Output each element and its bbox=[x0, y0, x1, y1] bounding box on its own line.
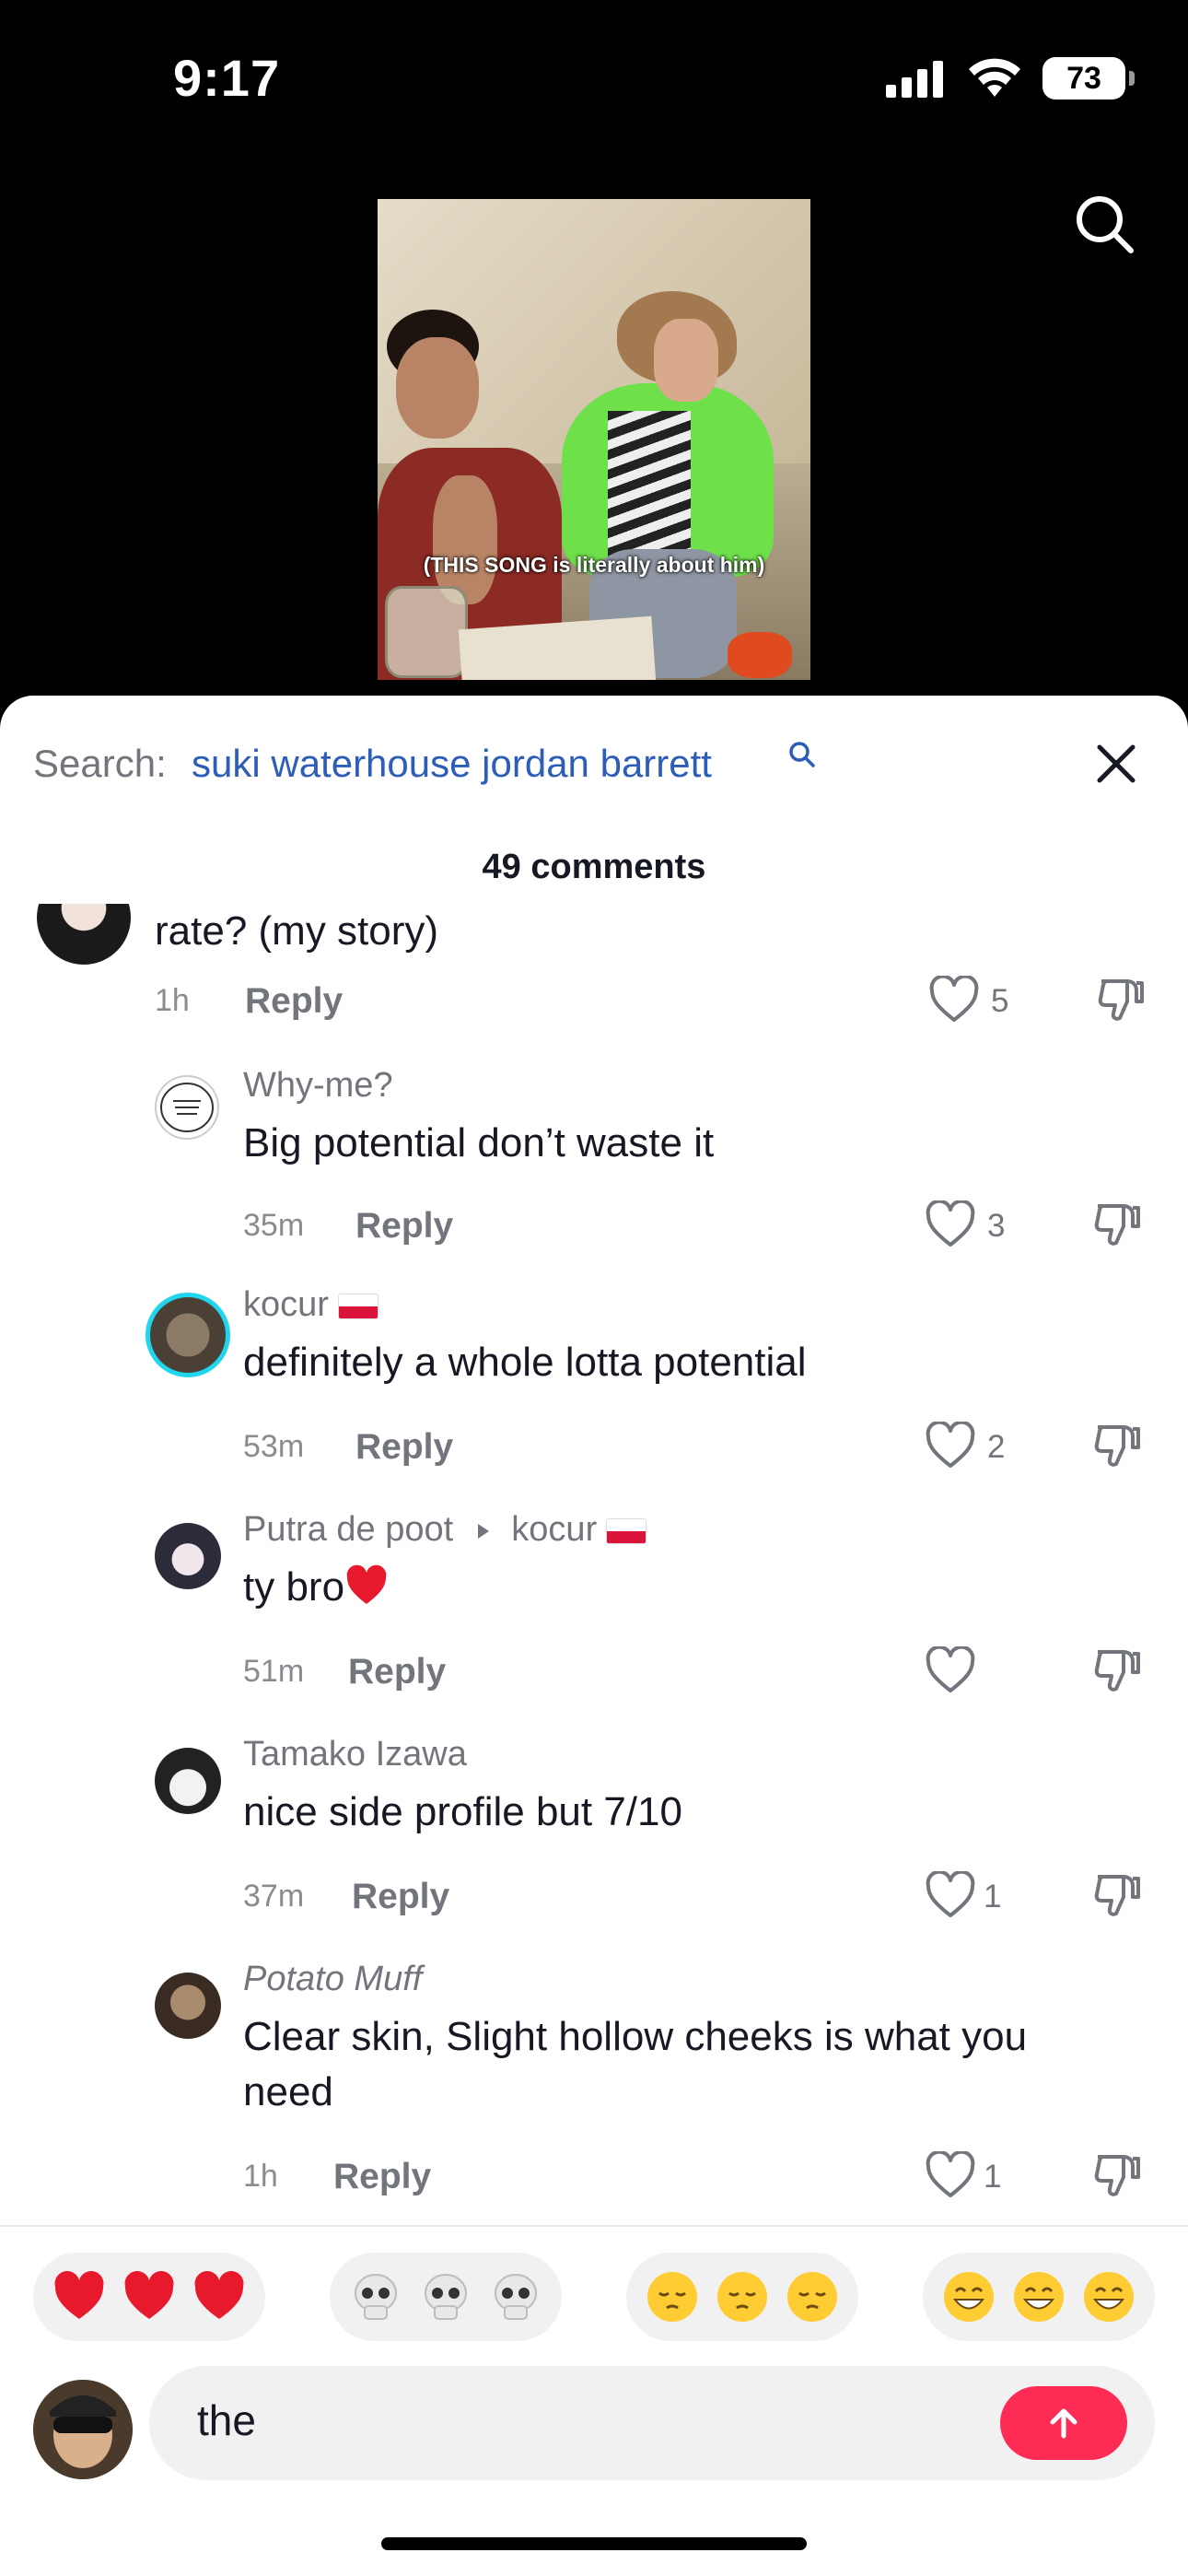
send-button[interactable] bbox=[1000, 2386, 1127, 2460]
reply-button[interactable]: Reply bbox=[352, 1877, 449, 1917]
poland-flag-icon bbox=[337, 1293, 379, 1319]
comment-username[interactable]: Potato Muff bbox=[243, 1960, 422, 1999]
comment-text: definitely a whole lotta potential bbox=[243, 1340, 807, 1385]
reply-button[interactable]: Reply bbox=[348, 1652, 446, 1692]
heart-icon[interactable] bbox=[925, 1646, 976, 1694]
heart-icon[interactable] bbox=[925, 1422, 976, 1469]
cellular-signal-icon bbox=[886, 61, 943, 98]
avatar[interactable] bbox=[146, 1293, 230, 1377]
like-count: 1 bbox=[984, 1879, 1002, 1914]
close-icon[interactable] bbox=[1092, 740, 1140, 788]
reply-button[interactable]: Reply bbox=[355, 1427, 453, 1468]
like-count: 2 bbox=[987, 1429, 1006, 1465]
skull-icon bbox=[355, 2274, 397, 2320]
heart-icon[interactable] bbox=[925, 1871, 976, 1919]
comment-text: rate? (my story) bbox=[155, 908, 439, 954]
comment-text-content: ty bro bbox=[243, 1564, 345, 1610]
pensive-face-icon bbox=[717, 2272, 767, 2322]
comment-time: 35m bbox=[243, 1208, 305, 1243]
comment-text: nice side profile but 7/10 bbox=[243, 1789, 682, 1834]
wifi-icon bbox=[969, 58, 1020, 97]
comment-username[interactable]: Tamako Izawa bbox=[243, 1735, 467, 1774]
video-thumbnail[interactable]: (THIS SONG is literally about him) bbox=[378, 199, 810, 680]
emoji-skulls-button[interactable] bbox=[330, 2253, 562, 2341]
arrow-up-icon bbox=[1050, 2408, 1077, 2439]
emoji-hearts-button[interactable] bbox=[33, 2253, 265, 2341]
emoji-quick-bar bbox=[0, 2225, 1188, 2341]
red-heart-icon bbox=[194, 2271, 244, 2319]
comment-time: 37m bbox=[243, 1879, 305, 1914]
status-time: 9:17 bbox=[173, 49, 281, 107]
emoji-pensive-button[interactable] bbox=[626, 2253, 858, 2341]
like-count: 3 bbox=[987, 1208, 1006, 1244]
battery-level: 73 bbox=[1066, 60, 1101, 96]
dislike-icon[interactable] bbox=[1092, 1200, 1142, 1250]
status-bar: 9:17 73 bbox=[0, 0, 1188, 157]
search-prefix: Search: bbox=[33, 742, 167, 785]
reply-arrow-icon bbox=[477, 1523, 489, 1539]
avatar[interactable] bbox=[155, 1973, 221, 2039]
search-icon[interactable] bbox=[1072, 192, 1136, 256]
pensive-face-icon bbox=[647, 2272, 697, 2322]
comment-username[interactable]: kocur bbox=[243, 1285, 379, 1325]
reply-to-username[interactable]: kocur bbox=[511, 1510, 597, 1549]
pensive-face-icon bbox=[787, 2272, 837, 2322]
red-heart-icon bbox=[54, 2271, 104, 2319]
comment-input-box[interactable] bbox=[149, 2366, 1155, 2480]
poland-flag-icon bbox=[606, 1517, 647, 1544]
comment-time: 51m bbox=[243, 1654, 305, 1689]
avatar[interactable] bbox=[155, 1075, 219, 1140]
reply-button[interactable]: Reply bbox=[355, 1206, 453, 1247]
heart-icon[interactable] bbox=[928, 976, 980, 1024]
heart-icon[interactable] bbox=[925, 1200, 976, 1248]
username-text: kocur bbox=[243, 1285, 329, 1324]
comment-text: Clear skin, Slight hollow cheeks is what… bbox=[243, 2014, 1028, 2114]
skull-icon bbox=[425, 2274, 467, 2320]
reply-button[interactable]: Reply bbox=[333, 2157, 431, 2197]
comment-username[interactable]: Why-me? bbox=[243, 1066, 393, 1106]
like-count: 1 bbox=[984, 2159, 1002, 2195]
search-mini-icon[interactable] bbox=[787, 740, 817, 769]
comment-time: 53m bbox=[243, 1429, 305, 1464]
sheet-header: Search: suki waterhouse jordan barrett bbox=[0, 696, 1188, 825]
emoji-grinning-button[interactable] bbox=[923, 2253, 1155, 2341]
avatar-image bbox=[33, 2380, 133, 2479]
dislike-icon[interactable] bbox=[1092, 1871, 1142, 1921]
dislike-icon[interactable] bbox=[1092, 1646, 1142, 1696]
comment-text: ty bro bbox=[243, 1560, 389, 1615]
red-heart-icon bbox=[346, 1564, 387, 1604]
comments-list[interactable]: rate? (my story) 1h Reply 5 Why-me? Big … bbox=[0, 904, 1188, 2225]
dislike-icon[interactable] bbox=[1096, 976, 1146, 1025]
grinning-face-icon bbox=[1084, 2272, 1134, 2322]
video-caption: (THIS SONG is literally about him) bbox=[423, 553, 765, 577]
dislike-icon[interactable] bbox=[1092, 1422, 1142, 1471]
comments-sheet: Search: suki waterhouse jordan barrett 4… bbox=[0, 696, 1188, 2576]
grinning-face-icon bbox=[1014, 2272, 1064, 2322]
comment-count: 49 comments bbox=[482, 848, 706, 886]
grinning-face-icon bbox=[944, 2272, 994, 2322]
my-avatar[interactable] bbox=[33, 2380, 133, 2479]
avatar[interactable] bbox=[155, 1523, 221, 1589]
comment-text: Big potential don’t waste it bbox=[243, 1120, 715, 1165]
home-indicator[interactable] bbox=[381, 2537, 807, 2550]
comment-username[interactable]: Putra de poot kocur bbox=[243, 1510, 647, 1550]
comment-time: 1h bbox=[243, 2159, 278, 2194]
heart-icon[interactable] bbox=[925, 2151, 976, 2199]
speech-bubble-icon bbox=[160, 1083, 214, 1132]
avatar[interactable] bbox=[37, 904, 131, 965]
video-area[interactable]: (THIS SONG is literally about him) bbox=[0, 157, 1188, 700]
skull-icon bbox=[495, 2274, 537, 2320]
avatar[interactable] bbox=[155, 1748, 221, 1814]
comment-time: 1h bbox=[155, 983, 190, 1018]
comment-input[interactable] bbox=[197, 2395, 934, 2445]
reply-button[interactable]: Reply bbox=[245, 981, 343, 1022]
status-icons: 73 bbox=[886, 57, 1135, 100]
search-query-link[interactable]: suki waterhouse jordan barrett bbox=[192, 742, 712, 786]
dislike-icon[interactable] bbox=[1092, 2151, 1142, 2201]
red-heart-icon bbox=[124, 2271, 174, 2319]
battery-indicator: 73 bbox=[1042, 57, 1135, 100]
username-text: Putra de poot bbox=[243, 1510, 454, 1549]
like-count: 5 bbox=[991, 983, 1009, 1019]
